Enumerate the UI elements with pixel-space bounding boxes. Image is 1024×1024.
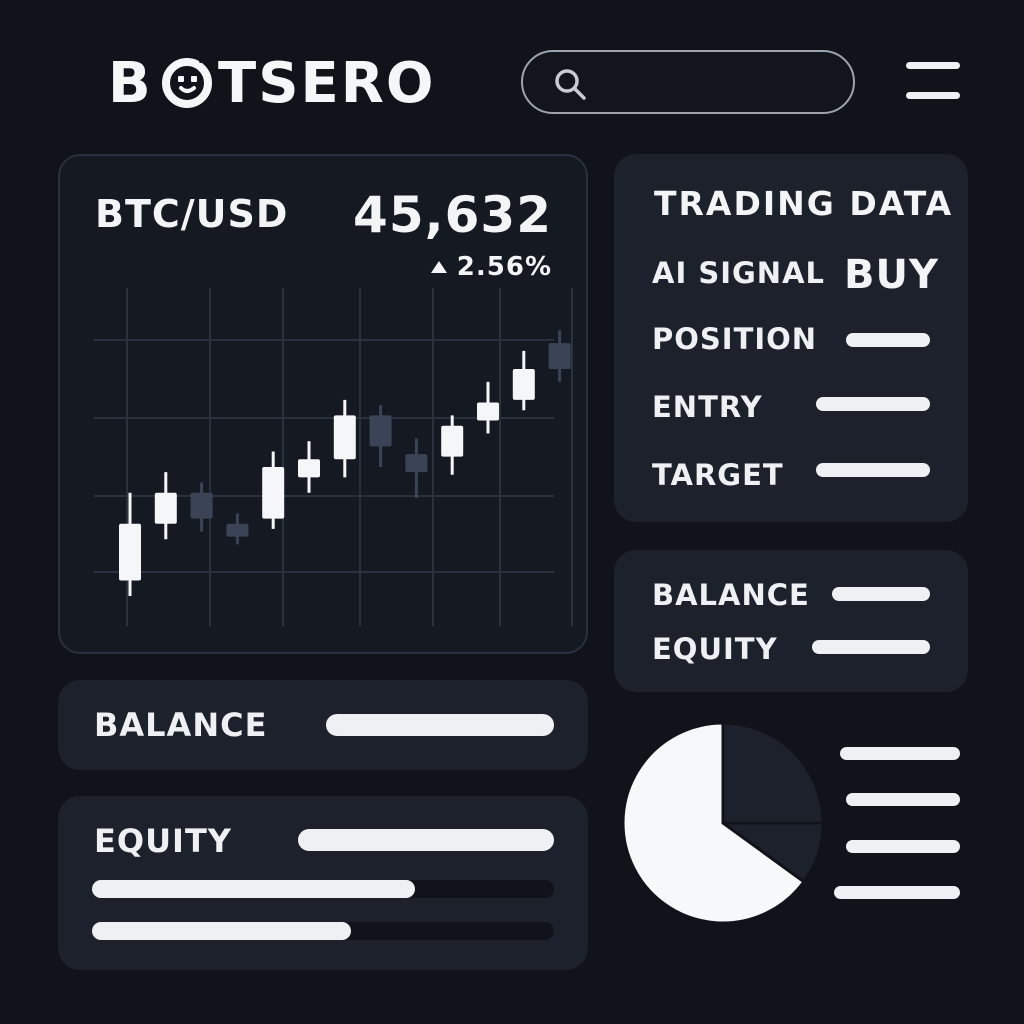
candle-body: [441, 425, 464, 457]
account-card: BALANCE EQUITY: [614, 550, 968, 692]
candle-body: [405, 454, 428, 473]
candle: [405, 438, 428, 498]
candle-body: [298, 459, 320, 478]
position-value-placeholder: [846, 333, 930, 347]
candle: [119, 492, 141, 596]
entry-value-placeholder: [816, 397, 930, 411]
candle-body: [154, 492, 177, 524]
legend-item-1-placeholder: [840, 747, 960, 760]
search-bar[interactable]: [521, 50, 855, 114]
candle: [512, 350, 535, 411]
price-chart-card: BTC/USD 45,632 2.56%: [58, 154, 588, 654]
balance-card: BALANCE: [58, 680, 588, 770]
candle-body: [477, 402, 499, 421]
candle-body: [548, 343, 571, 369]
candle: [333, 399, 356, 478]
allocation-pie-chart: [620, 718, 830, 928]
candle-body: [262, 467, 285, 519]
ai-signal-label: AI SIGNAL: [652, 256, 826, 290]
svg-text:B: B: [108, 52, 153, 116]
candle-body: [119, 523, 141, 581]
candle: [262, 451, 285, 529]
equity-label: EQUITY: [94, 822, 232, 860]
balance-label: BALANCE: [94, 706, 268, 744]
account-balance-value-placeholder: [832, 587, 930, 601]
svg-text:TSERO: TSERO: [218, 52, 436, 116]
target-value-placeholder: [816, 463, 930, 477]
equity-progress-bar-1: [92, 880, 554, 898]
legend-item-4-placeholder: [834, 886, 960, 899]
logo[interactable]: B TSERO: [108, 52, 448, 116]
candle: [298, 441, 320, 493]
candle-body: [333, 415, 356, 460]
equity-progress-fill-1: [92, 880, 416, 898]
candle: [226, 513, 249, 545]
search-input[interactable]: [601, 62, 835, 104]
candle: [369, 405, 392, 467]
equity-value-placeholder: [298, 829, 554, 851]
equity-card: EQUITY: [58, 796, 588, 970]
candle: [477, 381, 499, 434]
candle: [441, 415, 464, 475]
trading-data-title: TRADING DATA: [654, 184, 954, 223]
entry-label: ENTRY: [652, 390, 763, 424]
candle-body: [190, 492, 213, 519]
candlestick-chart: [94, 288, 573, 626]
account-equity-value-placeholder: [812, 640, 930, 654]
ai-signal-value: BUY: [844, 252, 939, 298]
candle: [548, 330, 571, 382]
candle: [154, 472, 177, 540]
position-label: POSITION: [652, 322, 818, 356]
pie-slice: [721, 721, 825, 825]
pie-chart-svg: [621, 721, 825, 925]
hamburger-menu-icon[interactable]: [906, 62, 960, 102]
robot-icon: [162, 58, 212, 108]
equity-progress-fill-2: [92, 922, 351, 940]
logo-wordmark: B TSERO: [108, 52, 436, 116]
equity-progress-bar-2: [92, 922, 554, 940]
account-equity-label: EQUITY: [652, 632, 778, 666]
candle-body: [369, 415, 392, 447]
trading-data-card: TRADING DATA AI SIGNAL BUY POSITION ENTR…: [614, 154, 968, 522]
candle-body: [226, 523, 249, 537]
balance-value-placeholder: [326, 714, 554, 736]
candle-body: [512, 368, 535, 400]
target-label: TARGET: [652, 458, 784, 492]
account-balance-label: BALANCE: [652, 578, 810, 612]
legend-item-2-placeholder: [846, 793, 960, 806]
legend-item-3-placeholder: [846, 840, 960, 853]
search-icon: [555, 69, 586, 100]
